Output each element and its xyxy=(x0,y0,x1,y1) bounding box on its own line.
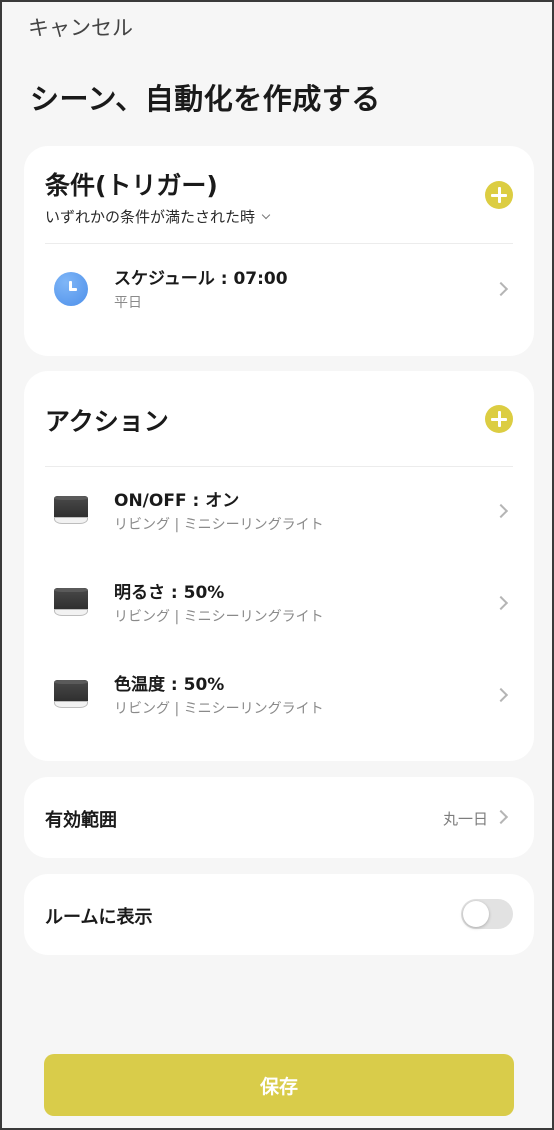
condition-card: 条件(トリガー) いずれかの条件が満たされた時 スケジュール : 07:00 平… xyxy=(24,146,534,356)
add-condition-button[interactable] xyxy=(485,181,513,209)
room-display-label: ルームに表示 xyxy=(45,907,153,928)
add-action-button[interactable] xyxy=(485,405,513,433)
action-item-power[interactable]: ON/OFF : オン リビング | ミニシーリングライト xyxy=(24,476,534,548)
action-item-sub: リビング | ミニシーリングライト xyxy=(114,609,324,625)
ceiling-light-icon xyxy=(54,680,88,710)
chevron-right-icon xyxy=(493,595,509,611)
action-card: アクション ON/OFF : オン リビング | ミニシーリングライト 明るさ … xyxy=(24,371,534,761)
divider xyxy=(45,466,513,467)
condition-mode-label: いずれかの条件が満たされた時 xyxy=(45,208,256,226)
validity-row[interactable]: 有効範囲 丸一日 xyxy=(24,777,534,858)
action-title: アクション xyxy=(45,407,169,436)
validity-label: 有効範囲 xyxy=(45,810,117,831)
ceiling-light-icon xyxy=(54,588,88,618)
action-item-main: 色温度 : 50% xyxy=(114,675,225,695)
save-button[interactable]: 保存 xyxy=(44,1054,514,1116)
page-title: シーン、自動化を作成する xyxy=(30,82,381,116)
condition-mode-dropdown[interactable]: いずれかの条件が満たされた時 xyxy=(45,206,271,227)
chevron-right-icon xyxy=(493,809,509,825)
ceiling-light-icon xyxy=(54,496,88,526)
chevron-right-icon xyxy=(493,503,509,519)
condition-item-schedule[interactable]: スケジュール : 07:00 平日 xyxy=(24,254,534,326)
chevron-right-icon xyxy=(493,281,509,297)
clock-icon xyxy=(54,272,88,306)
toggle-knob xyxy=(463,901,489,927)
room-display-toggle[interactable] xyxy=(461,899,513,929)
action-item-main: 明るさ : 50% xyxy=(114,583,225,603)
action-item-brightness[interactable]: 明るさ : 50% リビング | ミニシーリングライト xyxy=(24,568,534,640)
screen: キャンセル シーン、自動化を作成する 条件(トリガー) いずれかの条件が満たされ… xyxy=(0,0,554,1130)
action-item-sub: リビング | ミニシーリングライト xyxy=(114,701,324,717)
chevron-down-icon xyxy=(261,210,271,220)
condition-title: 条件(トリガー) xyxy=(45,171,218,200)
action-item-sub: リビング | ミニシーリングライト xyxy=(114,517,324,533)
action-item-main: ON/OFF : オン xyxy=(114,491,240,511)
divider xyxy=(45,243,513,244)
room-display-card: ルームに表示 xyxy=(24,874,534,955)
validity-value: 丸一日 xyxy=(442,810,488,828)
action-item-color-temp[interactable]: 色温度 : 50% リビング | ミニシーリングライト xyxy=(24,660,534,732)
condition-item-sub: 平日 xyxy=(114,295,142,311)
cancel-button[interactable]: キャンセル xyxy=(28,12,133,42)
condition-item-main: スケジュール : 07:00 xyxy=(114,269,288,289)
chevron-right-icon xyxy=(493,687,509,703)
